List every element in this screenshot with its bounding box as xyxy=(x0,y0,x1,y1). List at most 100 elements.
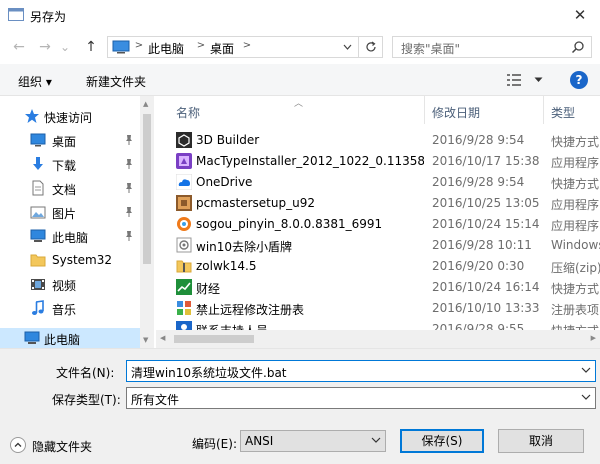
search-placeholder: 搜索"桌面" xyxy=(401,42,461,56)
file-date: 2016/10/25 13:05 xyxy=(432,196,540,210)
breadcrumb-separator: > xyxy=(196,40,206,51)
sidebar-item-quick-access[interactable]: 快速访问 xyxy=(0,104,140,128)
table-row[interactable]: win10去除小盾牌 2016/9/28 10:11 Windows xyxy=(156,235,600,256)
breadcrumb-desktop[interactable]: 桌面 xyxy=(210,40,234,57)
computer-icon xyxy=(30,229,46,242)
cancel-button[interactable]: 取消 xyxy=(498,429,584,453)
table-row[interactable]: OneDrive 2016/9/28 9:54 快捷方式 xyxy=(156,172,600,193)
notepad-icon xyxy=(8,8,24,21)
file-name: 财经 xyxy=(196,282,221,296)
view-options-button[interactable] xyxy=(506,72,546,88)
onedrive-icon xyxy=(176,174,192,190)
back-button[interactable]: ← xyxy=(10,38,28,56)
sidebar-scrollbar[interactable]: ▲ ▼ xyxy=(140,96,154,348)
column-header-name[interactable]: 名称 xyxy=(156,96,424,124)
sidebar-item-label: 音乐 xyxy=(52,303,77,317)
file-name: 3D Builder xyxy=(196,133,260,147)
sidebar-item-this-pc-root[interactable]: 此电脑 xyxy=(0,328,140,348)
file-type: 应用程序 xyxy=(551,198,600,212)
savetype-select[interactable]: 所有文件 xyxy=(126,387,596,409)
sidebar-item-label: 图片 xyxy=(52,207,77,221)
sidebar-item-videos[interactable]: 视频 xyxy=(0,272,140,296)
video-icon xyxy=(31,279,45,290)
sidebar-item-label: System32 xyxy=(52,253,113,267)
scroll-left-icon[interactable]: ◀ xyxy=(160,334,165,342)
table-row[interactable]: 财经 2016/10/24 16:14 快捷方式 xyxy=(156,277,600,298)
table-row[interactable]: zolwk14.5 2016/9/20 0:30 压缩(zip) xyxy=(156,256,600,277)
help-button[interactable]: ? xyxy=(570,71,588,89)
script-icon xyxy=(176,237,192,253)
scroll-down-icon[interactable]: ▼ xyxy=(143,336,148,344)
column-header-label: 名称 xyxy=(176,106,201,120)
sidebar-item-system32[interactable]: System32 xyxy=(0,248,140,272)
sidebar-item-label: 此电脑 xyxy=(52,231,89,245)
new-folder-button[interactable]: 新建文件夹 xyxy=(86,73,146,90)
close-icon: ✕ xyxy=(573,6,587,24)
document-icon xyxy=(32,180,44,196)
file-type: 压缩(zip) xyxy=(551,261,600,275)
scrollbar-thumb[interactable] xyxy=(143,114,151,264)
file-type: 快捷方式 xyxy=(551,282,600,296)
encoding-label: 编码(E): xyxy=(192,437,237,451)
sidebar-item-desktop[interactable]: 桌面 xyxy=(0,128,140,152)
back-arrow-icon: ← xyxy=(13,39,25,55)
file-name: win10去除小盾牌 xyxy=(196,240,293,254)
filename-value: 清理win10系统垃圾文件.bat xyxy=(131,366,287,380)
pin-icon xyxy=(126,231,132,241)
chevron-down-icon xyxy=(534,77,543,82)
installer-icon xyxy=(176,153,192,169)
scroll-up-icon[interactable]: ▲ xyxy=(143,100,148,108)
table-row[interactable]: 禁止远程修改注册表 2016/10/10 13:33 注册表项 xyxy=(156,298,600,319)
filename-input[interactable]: 清理win10系统垃圾文件.bat xyxy=(126,360,596,382)
organize-menu[interactable]: 组织 ▾ xyxy=(18,73,52,90)
file-name: OneDrive xyxy=(196,175,253,189)
save-button[interactable]: 保存(S) xyxy=(400,429,484,453)
forward-arrow-icon: → xyxy=(39,39,51,55)
sidebar-item-this-pc[interactable]: 此电脑 xyxy=(0,224,140,248)
navigation-bar: ← → ⌄ ↑ > 此电脑 > 桌面 > 搜索"桌面" xyxy=(0,30,600,64)
refresh-button[interactable] xyxy=(358,37,382,57)
forward-button[interactable]: → xyxy=(36,38,54,56)
pin-icon xyxy=(126,135,132,145)
file-type: 快捷方式 xyxy=(551,135,600,149)
chevron-down-icon[interactable] xyxy=(581,365,591,375)
zip-icon xyxy=(176,260,192,273)
recent-locations-button[interactable]: ⌄ xyxy=(58,38,72,56)
file-type: Windows xyxy=(551,238,600,252)
sidebar-item-pictures[interactable]: 图片 xyxy=(0,200,140,224)
table-row[interactable]: sogou_pinyin_8.0.0.8381_6991 2016/10/24 … xyxy=(156,214,600,235)
encoding-select[interactable]: ANSI xyxy=(240,430,386,452)
close-button[interactable]: ✕ xyxy=(560,0,600,30)
column-header-date[interactable]: 修改日期 xyxy=(425,96,543,124)
table-row[interactable]: MacTypeInstaller_2012_1022_0.11358... 20… xyxy=(156,151,600,172)
hide-folders-label: 隐藏文件夹 xyxy=(32,440,93,454)
file-name: sogou_pinyin_8.0.0.8381_6991 xyxy=(196,217,383,231)
sidebar-item-label: 此电脑 xyxy=(44,333,81,347)
up-button[interactable]: ↑ xyxy=(82,38,100,56)
table-row[interactable]: pcmastersetup_u92 2016/10/25 13:05 应用程序 xyxy=(156,193,600,214)
file-list-horizontal-scrollbar[interactable]: ◀ ▶ xyxy=(156,330,600,348)
star-icon xyxy=(25,109,39,123)
file-date: 2016/10/17 15:38 xyxy=(432,154,540,168)
table-row[interactable]: 3D Builder 2016/9/28 9:54 快捷方式 xyxy=(156,130,600,151)
breadcrumb-this-pc[interactable]: 此电脑 xyxy=(148,40,184,57)
chevron-down-icon xyxy=(371,437,381,443)
search-box[interactable]: 搜索"桌面" xyxy=(392,36,592,58)
breadcrumb-separator: > xyxy=(134,40,144,51)
address-dropdown-button[interactable] xyxy=(338,37,356,57)
file-name: 禁止远程修改注册表 xyxy=(196,303,305,317)
pin-icon xyxy=(126,159,132,169)
file-type: 快捷方式 xyxy=(551,177,600,191)
sidebar-item-documents[interactable]: 文档 xyxy=(0,176,140,200)
sidebar-item-music[interactable]: 音乐 xyxy=(0,296,140,320)
file-date: 2016/10/24 16:14 xyxy=(432,280,540,294)
scrollbar-thumb[interactable] xyxy=(174,335,254,343)
sidebar-item-downloads[interactable]: 下载 xyxy=(0,152,140,176)
pin-icon xyxy=(126,183,132,193)
sidebar-item-label: 桌面 xyxy=(52,135,77,149)
scroll-right-icon[interactable]: ▶ xyxy=(591,334,596,342)
registry-icon xyxy=(177,301,191,315)
address-bar[interactable]: > 此电脑 > 桌面 > xyxy=(107,36,383,58)
column-header-type[interactable]: 类型 xyxy=(544,96,600,124)
picture-icon xyxy=(30,206,46,219)
